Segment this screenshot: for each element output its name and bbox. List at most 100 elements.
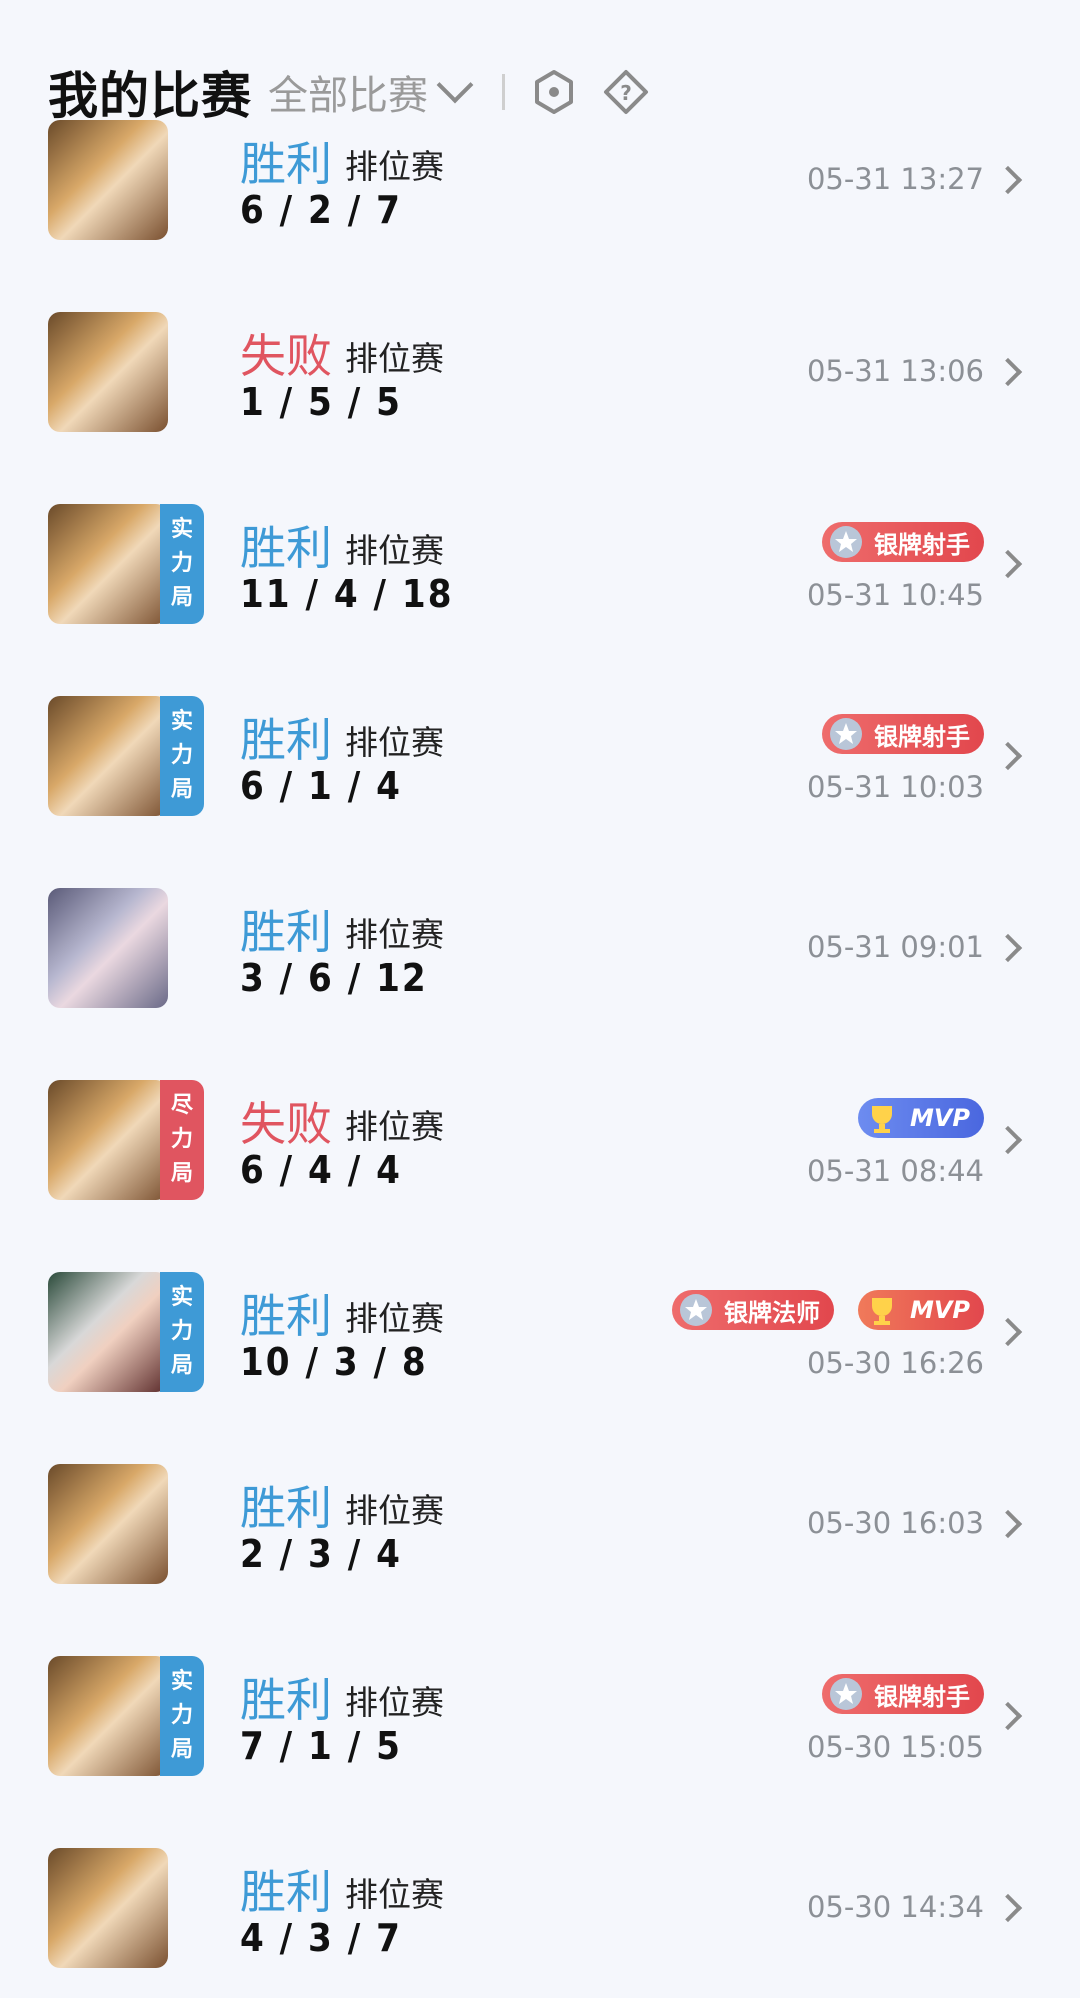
match-result: 胜利 <box>240 1865 332 1919</box>
title-badge: 银牌射手 <box>822 714 984 754</box>
match-mode: 排位赛 <box>345 1107 444 1146</box>
match-row[interactable]: 胜利 排位赛 2 / 3 / 4 05-30 16:03 <box>0 1464 1080 1614</box>
chevron-right-icon[interactable] <box>993 549 1023 579</box>
match-tag-char: 局 <box>170 1353 193 1378</box>
match-row[interactable]: 胜利 排位赛 6 / 2 / 7 05-31 13:27 <box>0 120 1080 270</box>
help-diamond-icon[interactable]: ? <box>603 69 649 115</box>
title-badge: 银牌射手 <box>822 1674 984 1714</box>
match-tag-char: 力 <box>170 1127 193 1152</box>
match-tag: 实力局 <box>160 696 204 816</box>
match-kda: 11 / 4 / 18 <box>240 572 454 616</box>
match-kda: 6 / 1 / 4 <box>240 764 402 808</box>
hero-avatar <box>48 504 168 624</box>
chevron-right-icon[interactable] <box>993 1893 1023 1923</box>
hero-avatar <box>48 1848 168 1968</box>
match-mode: 排位赛 <box>345 531 444 570</box>
match-row[interactable]: 胜利 排位赛 3 / 6 / 12 05-31 09:01 <box>0 888 1080 1038</box>
match-result: 胜利 <box>240 137 332 191</box>
match-mode: 排位赛 <box>345 339 444 378</box>
match-row[interactable]: 实力局胜利 排位赛 7 / 1 / 5 05-30 15:05 银牌射手 <box>0 1656 1080 1806</box>
chevron-right-icon[interactable] <box>993 741 1023 771</box>
match-row[interactable]: 实力局胜利 排位赛 10 / 3 / 8 05-30 16:26 MVP 银牌法师 <box>0 1272 1080 1422</box>
match-kda: 2 / 3 / 4 <box>240 1532 402 1576</box>
match-time: 05-31 10:03 <box>806 770 984 804</box>
match-tag-char: 实 <box>170 1669 193 1694</box>
hero-avatar <box>48 120 168 240</box>
match-tag-char: 力 <box>170 551 193 576</box>
svg-text:?: ? <box>620 81 632 105</box>
match-tag: 实力局 <box>160 1272 204 1392</box>
match-time: 05-31 09:01 <box>806 930 984 964</box>
match-kda: 4 / 3 / 7 <box>240 1916 402 1960</box>
chevron-right-icon[interactable] <box>993 165 1023 195</box>
match-mode: 排位赛 <box>345 1299 444 1338</box>
divider <box>502 74 505 110</box>
match-row[interactable]: 胜利 排位赛 4 / 3 / 7 05-30 14:34 <box>0 1848 1080 1998</box>
match-time: 05-31 13:06 <box>806 354 984 388</box>
chevron-right-icon[interactable] <box>993 1701 1023 1731</box>
match-result: 胜利 <box>240 713 332 767</box>
star-medal-icon <box>830 526 862 558</box>
match-mode: 排位赛 <box>345 723 444 762</box>
match-result: 失败 <box>240 1097 332 1151</box>
match-tag-char: 局 <box>170 585 193 610</box>
match-tag: 实力局 <box>160 504 204 624</box>
match-time: 05-30 16:26 <box>806 1346 984 1380</box>
match-result: 胜利 <box>240 1289 332 1343</box>
star-medal-icon <box>680 1294 712 1326</box>
chevron-right-icon[interactable] <box>993 1125 1023 1155</box>
match-kda: 6 / 4 / 4 <box>240 1148 402 1192</box>
match-kda: 10 / 3 / 8 <box>240 1340 428 1384</box>
match-tag-char: 力 <box>170 743 193 768</box>
match-tag-char: 实 <box>170 709 193 734</box>
match-tag-char: 局 <box>170 777 193 802</box>
page-title: 我的比赛 <box>48 67 252 125</box>
badge-label: MVP <box>909 1104 970 1132</box>
match-mode: 排位赛 <box>345 1491 444 1530</box>
match-result: 胜利 <box>240 1481 332 1535</box>
badge-label: 银牌射手 <box>874 722 970 751</box>
star-medal-icon <box>830 1678 862 1710</box>
match-time: 05-30 14:34 <box>806 1890 984 1924</box>
chevron-down-icon <box>436 66 474 104</box>
match-tag-char: 局 <box>170 1161 193 1186</box>
hero-avatar <box>48 888 168 1008</box>
star-medal-icon <box>830 718 862 750</box>
hexagon-settings-icon[interactable] <box>531 69 577 115</box>
match-row[interactable]: 实力局胜利 排位赛 6 / 1 / 4 05-31 10:03 银牌射手 <box>0 696 1080 846</box>
badge-label: MVP <box>909 1296 970 1324</box>
hero-avatar <box>48 696 168 816</box>
match-result: 胜利 <box>240 1673 332 1727</box>
match-kda: 1 / 5 / 5 <box>240 380 402 424</box>
match-kda: 7 / 1 / 5 <box>240 1724 402 1768</box>
match-row[interactable]: 失败 排位赛 1 / 5 / 5 05-31 13:06 <box>0 312 1080 462</box>
match-time: 05-30 15:05 <box>806 1730 984 1764</box>
badge-label: 银牌射手 <box>874 1682 970 1711</box>
match-filter-dropdown[interactable]: 全部比赛 <box>268 63 474 121</box>
badge-label: 银牌法师 <box>724 1298 820 1327</box>
match-time: 05-30 16:03 <box>806 1506 984 1540</box>
match-tag-char: 局 <box>170 1737 193 1762</box>
match-row[interactable]: 尽力局失败 排位赛 6 / 4 / 4 05-31 08:44 MVP <box>0 1080 1080 1230</box>
title-badge: 银牌射手 <box>822 522 984 562</box>
trophy-icon <box>871 1106 892 1133</box>
match-kda: 3 / 6 / 12 <box>240 956 428 1000</box>
match-tag-char: 尽 <box>170 1093 193 1118</box>
match-kda: 6 / 2 / 7 <box>240 188 402 232</box>
chevron-right-icon[interactable] <box>993 1509 1023 1539</box>
match-row[interactable]: 实力局胜利 排位赛 11 / 4 / 18 05-31 10:45 银牌射手 <box>0 504 1080 654</box>
hero-avatar <box>48 1272 168 1392</box>
match-mode: 排位赛 <box>345 1683 444 1722</box>
title-badge: 银牌法师 <box>672 1290 834 1330</box>
chevron-right-icon[interactable] <box>993 357 1023 387</box>
match-tag-char: 实 <box>170 517 193 542</box>
chevron-right-icon[interactable] <box>993 933 1023 963</box>
chevron-right-icon[interactable] <box>993 1317 1023 1347</box>
hero-avatar <box>48 312 168 432</box>
match-result: 胜利 <box>240 521 332 575</box>
hero-avatar <box>48 1656 168 1776</box>
trophy-icon <box>871 1298 892 1325</box>
match-mode: 排位赛 <box>345 915 444 954</box>
match-tag-char: 力 <box>170 1319 193 1344</box>
hero-avatar <box>48 1464 168 1584</box>
